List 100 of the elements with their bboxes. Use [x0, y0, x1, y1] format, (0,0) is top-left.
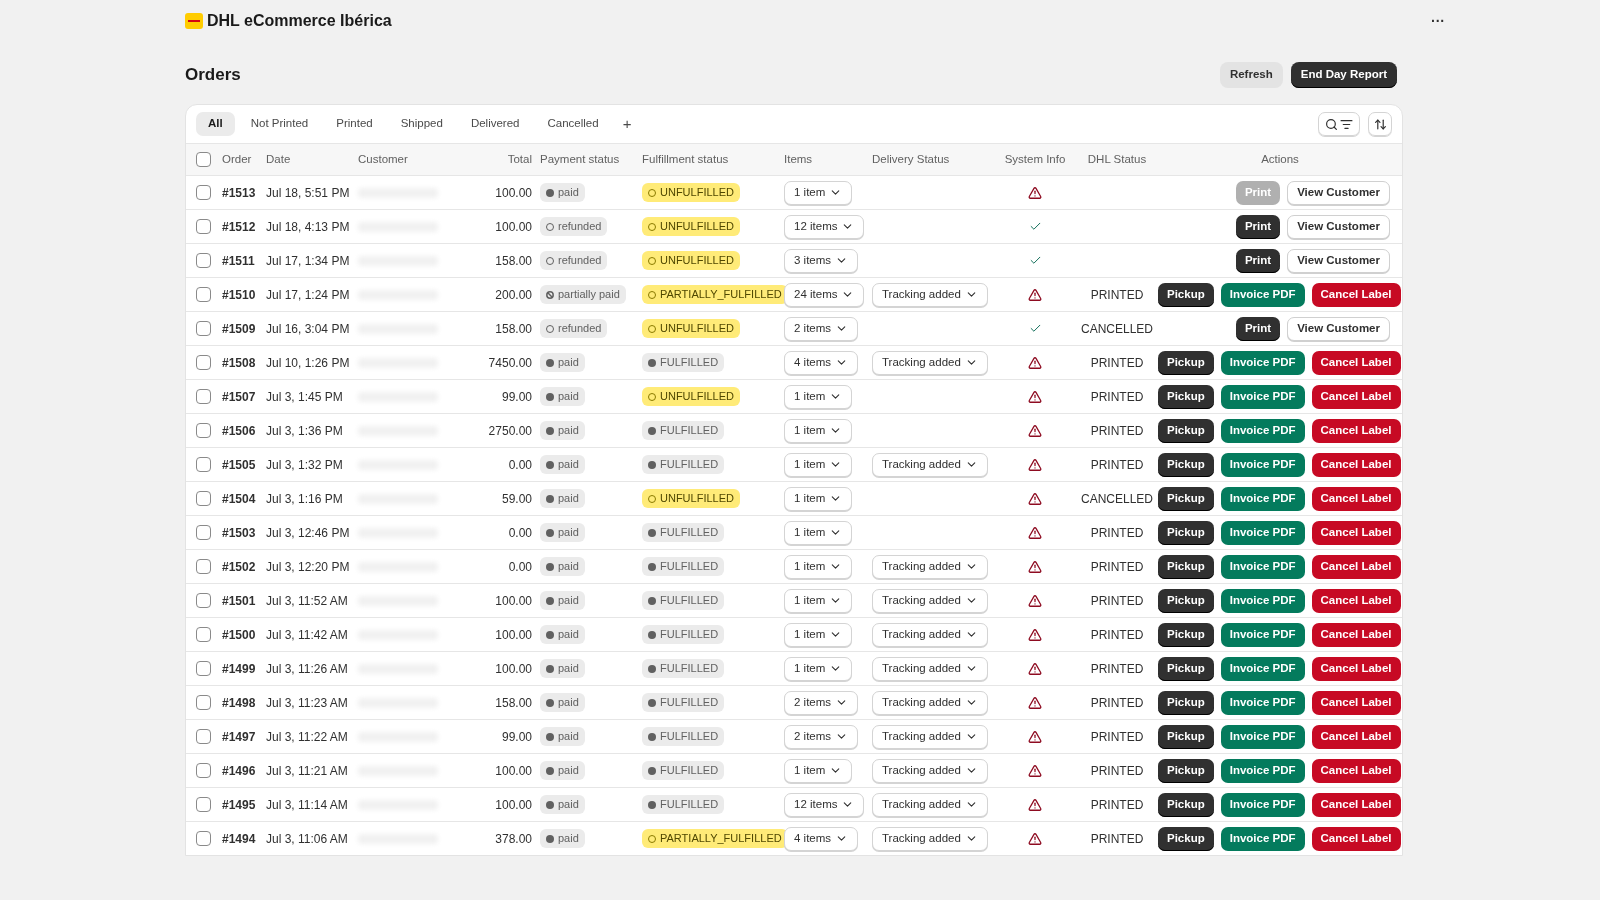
action-button[interactable]: Invoice PDF — [1220, 690, 1305, 715]
order-number[interactable]: #1513 — [222, 183, 266, 202]
table-row[interactable]: #1506 Jul 3, 1:36 PM 2750.00 paid FULFILLED 1 item PRINTED Pickup Invoice PDF Cancel Label — [186, 413, 1402, 447]
order-number[interactable]: #1505 — [222, 455, 266, 474]
action-button[interactable]: Cancel Label — [1311, 452, 1401, 477]
table-row[interactable]: #1508 Jul 10, 1:26 PM 7450.00 paid FULFILLED 4 items Tracking added PRINTED Pickup Invoice PDF Cancel Label — [186, 345, 1402, 379]
order-number[interactable]: #1507 — [222, 387, 266, 406]
action-button[interactable]: Invoice PDF — [1220, 486, 1305, 511]
checkbox[interactable] — [196, 185, 211, 200]
action-button[interactable]: Cancel Label — [1311, 724, 1401, 749]
table-row[interactable]: #1494 Jul 3, 11:06 AM 378.00 paid PARTIALLY_FULFILLED 4 items Tracking added PRINTED Pickup Invoice PDF Cancel Label — [186, 821, 1402, 855]
action-button[interactable]: Cancel Label — [1311, 758, 1401, 783]
action-button[interactable]: Pickup — [1158, 350, 1214, 375]
checkbox[interactable] — [196, 389, 211, 404]
secondary-button[interactable]: Refresh — [1219, 62, 1283, 88]
order-number[interactable]: #1508 — [222, 353, 266, 372]
action-button[interactable]: Pickup — [1158, 384, 1214, 409]
action-button[interactable]: Pickup — [1158, 724, 1214, 749]
filter-tab[interactable]: Shipped — [388, 112, 455, 136]
checkbox[interactable] — [196, 627, 211, 642]
action-button[interactable]: Cancel Label — [1311, 520, 1401, 545]
filter-tab[interactable]: Cancelled — [535, 112, 611, 136]
action-button[interactable]: Pickup — [1158, 622, 1214, 647]
action-button[interactable]: Print — [1235, 214, 1281, 239]
action-button[interactable]: Cancel Label — [1311, 350, 1401, 375]
action-button[interactable]: Pickup — [1158, 452, 1214, 477]
checkbox[interactable] — [196, 287, 211, 302]
table-row[interactable]: #1510 Jul 17, 1:24 PM 200.00 partially paid PARTIALLY_FULFILLED 24 items Tracking added PRINTED Pickup Invoice PDF Cancel Label — [186, 277, 1402, 311]
action-button[interactable]: Cancel Label — [1311, 486, 1401, 511]
action-button[interactable]: Cancel Label — [1311, 826, 1401, 851]
order-number[interactable]: #1510 — [222, 285, 266, 304]
action-button[interactable]: Invoice PDF — [1220, 282, 1305, 307]
delivery-status-dropdown[interactable]: Tracking added — [872, 622, 988, 647]
table-row[interactable]: #1502 Jul 3, 12:20 PM 0.00 paid FULFILLED 1 item Tracking added PRINTED Pickup Invoice PDF Cancel Label — [186, 549, 1402, 583]
add-tab-button[interactable]: + — [614, 112, 640, 136]
action-button[interactable]: Pickup — [1158, 520, 1214, 545]
table-row[interactable]: #1504 Jul 3, 1:16 PM 59.00 paid UNFULFILLED 1 item CANCELLED Pickup Invoice PDF Cancel Label — [186, 481, 1402, 515]
items-dropdown[interactable]: 1 item — [784, 588, 853, 613]
items-dropdown[interactable]: 12 items — [784, 792, 865, 817]
order-number[interactable]: #1496 — [222, 761, 266, 780]
delivery-status-dropdown[interactable]: Tracking added — [872, 554, 988, 579]
action-button[interactable]: Invoice PDF — [1220, 350, 1305, 375]
action-button[interactable]: Print — [1235, 248, 1281, 273]
action-button[interactable]: Invoice PDF — [1220, 758, 1305, 783]
items-dropdown[interactable]: 1 item — [784, 554, 853, 579]
items-dropdown[interactable]: 3 items — [784, 248, 859, 273]
primary-button[interactable]: End Day Report — [1290, 62, 1397, 88]
action-button[interactable]: Invoice PDF — [1220, 792, 1305, 817]
checkbox[interactable] — [196, 219, 211, 234]
delivery-status-dropdown[interactable]: Tracking added — [872, 690, 988, 715]
table-row[interactable]: #1498 Jul 3, 11:23 AM 158.00 paid FULFILLED 2 items Tracking added PRINTED Pickup Invoice PDF Cancel Label — [186, 685, 1402, 719]
action-button[interactable]: Invoice PDF — [1220, 520, 1305, 545]
order-number[interactable]: #1500 — [222, 625, 266, 644]
table-row[interactable]: #1503 Jul 3, 12:46 PM 0.00 paid FULFILLED 1 item PRINTED Pickup Invoice PDF Cancel Label — [186, 515, 1402, 549]
filter-tab[interactable]: Printed — [324, 112, 385, 136]
delivery-status-dropdown[interactable]: Tracking added — [872, 656, 988, 681]
action-button[interactable]: Print — [1235, 316, 1281, 341]
action-button[interactable]: Cancel Label — [1311, 690, 1401, 715]
checkbox[interactable] — [196, 525, 211, 540]
order-number[interactable]: #1511 — [222, 251, 266, 270]
table-row[interactable]: #1509 Jul 16, 3:04 PM 158.00 refunded UNFULFILLED 2 items CANCELLED Print View Customer — [186, 311, 1402, 345]
order-number[interactable]: #1499 — [222, 659, 266, 678]
items-dropdown[interactable]: 12 items — [784, 214, 865, 239]
order-number[interactable]: #1495 — [222, 795, 266, 814]
action-button[interactable]: Pickup — [1158, 554, 1214, 579]
action-button[interactable]: Pickup — [1158, 792, 1214, 817]
delivery-status-dropdown[interactable]: Tracking added — [872, 792, 988, 817]
action-button[interactable]: Pickup — [1158, 588, 1214, 613]
checkbox[interactable] — [196, 152, 211, 167]
order-number[interactable]: #1494 — [222, 829, 266, 848]
view-customer-button[interactable]: View Customer — [1287, 214, 1390, 239]
action-button[interactable]: Cancel Label — [1311, 656, 1401, 681]
order-number[interactable]: #1501 — [222, 591, 266, 610]
order-number[interactable]: #1506 — [222, 421, 266, 440]
order-number[interactable]: #1503 — [222, 523, 266, 542]
more-menu-button[interactable]: ··· — [1431, 10, 1445, 32]
action-button[interactable]: Cancel Label — [1311, 622, 1401, 647]
action-button[interactable]: Invoice PDF — [1220, 826, 1305, 851]
items-dropdown[interactable]: 24 items — [784, 282, 865, 307]
items-dropdown[interactable]: 1 item — [784, 418, 853, 443]
table-row[interactable]: #1505 Jul 3, 1:32 PM 0.00 paid FULFILLED 1 item Tracking added PRINTED Pickup Invoice PDF Cancel Label — [186, 447, 1402, 481]
items-dropdown[interactable]: 2 items — [784, 316, 859, 341]
sort-button[interactable] — [1368, 112, 1392, 136]
action-button[interactable]: Cancel Label — [1311, 282, 1401, 307]
filter-tab[interactable]: Not Printed — [238, 112, 321, 136]
order-number[interactable]: #1502 — [222, 557, 266, 576]
action-button[interactable]: Invoice PDF — [1220, 418, 1305, 443]
order-number[interactable]: #1509 — [222, 319, 266, 338]
view-customer-button[interactable]: View Customer — [1287, 316, 1390, 341]
order-number[interactable]: #1504 — [222, 489, 266, 508]
table-row[interactable]: #1495 Jul 3, 11:14 AM 100.00 paid FULFILLED 12 items Tracking added PRINTED Pickup Invoice PDF Cancel Label — [186, 787, 1402, 821]
action-button[interactable]: Invoice PDF — [1220, 384, 1305, 409]
table-row[interactable]: #1501 Jul 3, 11:52 AM 100.00 paid FULFILLED 1 item Tracking added PRINTED Pickup Invoice PDF Cancel Label — [186, 583, 1402, 617]
items-dropdown[interactable]: 4 items — [784, 350, 859, 375]
action-button[interactable]: Pickup — [1158, 486, 1214, 511]
items-dropdown[interactable]: 1 item — [784, 622, 853, 647]
action-button[interactable]: Invoice PDF — [1220, 724, 1305, 749]
items-dropdown[interactable]: 4 items — [784, 826, 859, 851]
order-number[interactable]: #1498 — [222, 693, 266, 712]
checkbox[interactable] — [196, 695, 211, 710]
